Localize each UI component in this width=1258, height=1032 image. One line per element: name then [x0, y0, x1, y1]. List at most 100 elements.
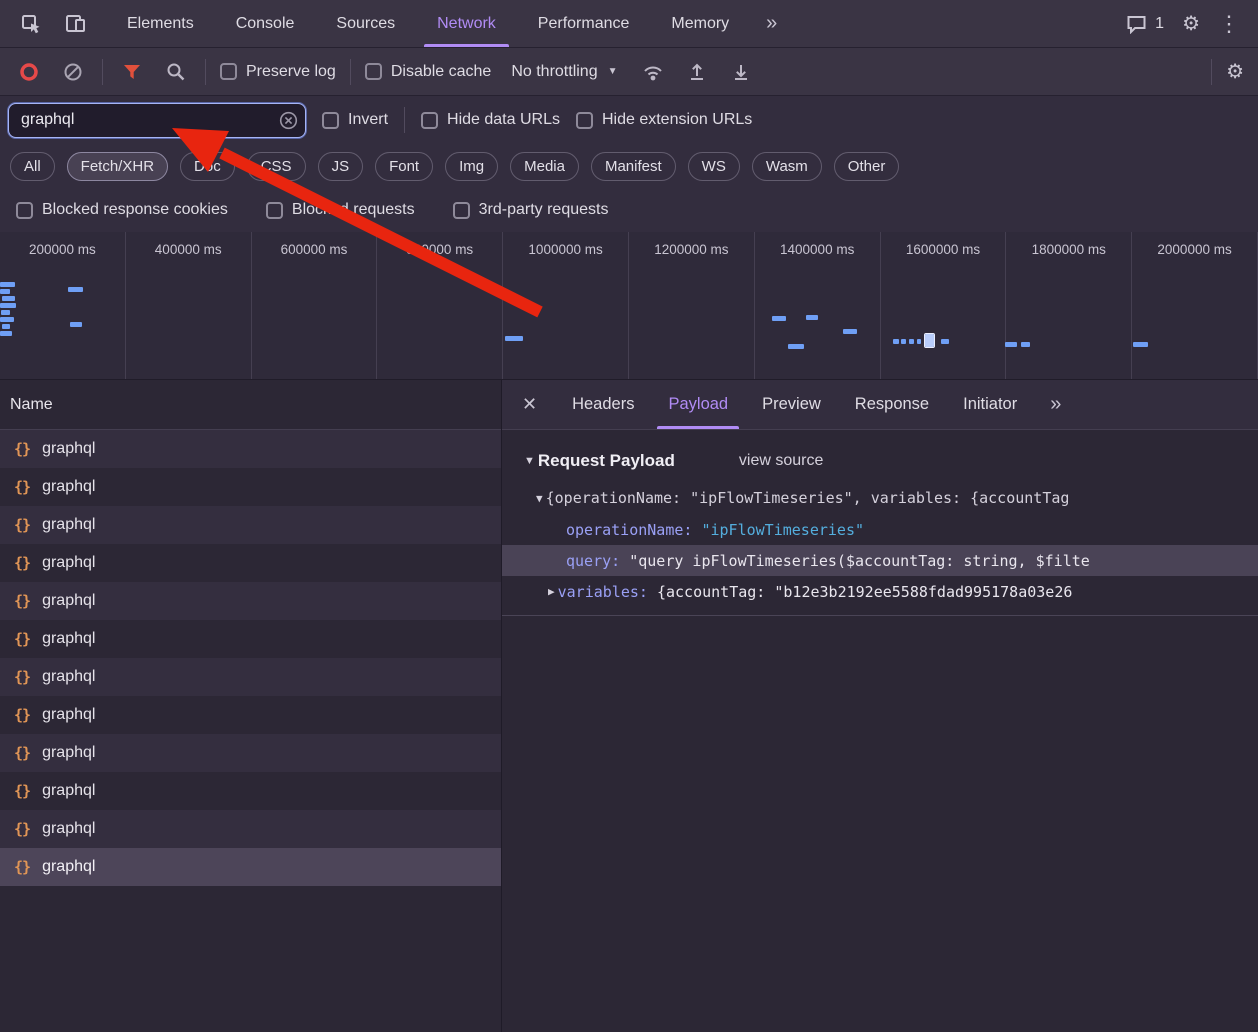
devtools-tab[interactable]: Elements — [106, 0, 215, 47]
details-tabbar: ✕ HeadersPayloadPreviewResponseInitiator… — [502, 380, 1258, 430]
invert-checkbox[interactable]: Invert — [322, 111, 388, 129]
table-row[interactable]: {} graphql — [0, 582, 501, 620]
table-row[interactable]: {} graphql — [0, 734, 501, 772]
timeline-column: 800000 ms — [377, 232, 503, 379]
import-har-icon[interactable] — [682, 57, 712, 87]
checkbox-icon — [576, 112, 593, 129]
waterfall-bar — [68, 287, 83, 292]
search-icon[interactable] — [161, 57, 191, 87]
blocked-requests-checkbox[interactable]: Blocked requests — [266, 201, 415, 219]
request-name: graphql — [42, 744, 95, 762]
json-resource-icon: {} — [14, 820, 30, 838]
devtools-tab[interactable]: Network — [416, 0, 517, 47]
close-icon[interactable]: ✕ — [502, 380, 555, 429]
timeline-column: 1000000 ms — [503, 232, 629, 379]
timeline-tick-label: 1000000 ms — [528, 242, 602, 379]
type-filter-chip[interactable]: All — [10, 152, 55, 181]
devtools-tab[interactable]: Memory — [650, 0, 750, 47]
type-filter-chip[interactable]: Wasm — [752, 152, 822, 181]
triangle-open-icon[interactable]: ▼ — [536, 492, 543, 505]
settings-gear-icon[interactable]: ⚙ — [1182, 14, 1200, 34]
table-row[interactable]: {} graphql — [0, 544, 501, 582]
devtools-tabbar: ElementsConsoleSourcesNetworkPerformance… — [0, 0, 1258, 48]
inspect-element-icon[interactable] — [16, 9, 46, 39]
table-row[interactable]: {} graphql — [0, 620, 501, 658]
network-settings-gear-icon[interactable]: ⚙ — [1226, 62, 1244, 82]
more-details-tabs-icon[interactable]: » — [1034, 380, 1075, 429]
filter-icon[interactable] — [117, 57, 147, 87]
view-source-link[interactable]: view source — [739, 452, 823, 470]
throttling-select[interactable]: No throttling ▼ — [505, 63, 623, 81]
filter-input-wrapper — [8, 103, 306, 138]
payload-row-operationname[interactable]: operationName "ipFlowTimeseries" — [502, 514, 1258, 545]
type-filter-chip[interactable]: JS — [318, 152, 364, 181]
filter-input[interactable] — [8, 103, 306, 138]
request-payload-section[interactable]: ▼ Request Payload view source — [502, 440, 1258, 482]
record-network-log-button[interactable] — [14, 57, 44, 87]
hide-data-urls-checkbox[interactable]: Hide data URLs — [421, 111, 560, 129]
checkbox-icon — [453, 202, 470, 219]
devtools-tab[interactable]: Sources — [315, 0, 416, 47]
type-filter-chip[interactable]: Other — [834, 152, 900, 181]
device-toolbar-icon[interactable] — [60, 9, 90, 39]
type-filter-chip[interactable]: Manifest — [591, 152, 676, 181]
blocked-response-cookies-checkbox[interactable]: Blocked response cookies — [16, 201, 228, 219]
table-row[interactable]: {} graphql — [0, 696, 501, 734]
waterfall-bar — [2, 324, 10, 329]
type-filter-chip[interactable]: Fetch/XHR — [67, 152, 168, 181]
timeline-tick-label: 2000000 ms — [1157, 242, 1231, 379]
details-tab[interactable]: Initiator — [946, 380, 1034, 429]
payload-row-query[interactable]: query "query ipFlowTimeseries($accountTa… — [502, 545, 1258, 576]
details-tab[interactable]: Payload — [651, 380, 745, 429]
table-row[interactable]: {} graphql — [0, 506, 501, 544]
payload-separator — [502, 615, 1258, 616]
kebab-menu-icon[interactable]: ⋮ — [1218, 13, 1240, 35]
devtools-tab[interactable]: Performance — [517, 0, 651, 47]
disable-cache-checkbox[interactable]: Disable cache — [365, 63, 492, 81]
export-har-icon[interactable] — [726, 57, 756, 87]
table-row[interactable]: {} graphql — [0, 848, 501, 886]
type-filter-chip[interactable]: Img — [445, 152, 498, 181]
name-column-header[interactable]: Name — [0, 380, 501, 430]
devtools-tab[interactable]: Console — [215, 0, 316, 47]
payload-root-row[interactable]: ▼ {operationName: "ipFlowTimeseries", va… — [502, 482, 1258, 514]
type-filter-chip[interactable]: Doc — [180, 152, 235, 181]
preserve-log-checkbox[interactable]: Preserve log — [220, 63, 336, 81]
timeline-tick-label: 1800000 ms — [1032, 242, 1106, 379]
third-party-requests-checkbox[interactable]: 3rd-party requests — [453, 201, 609, 219]
network-toolbar: Preserve log Disable cache No throttling… — [0, 48, 1258, 96]
hide-extension-urls-label: Hide extension URLs — [602, 111, 752, 129]
request-name: graphql — [42, 630, 95, 648]
type-filter-chip[interactable]: WS — [688, 152, 740, 181]
clear-network-log-button[interactable] — [58, 57, 88, 87]
timeline-column: 1600000 ms — [881, 232, 1007, 379]
table-row[interactable]: {} graphql — [0, 430, 501, 468]
details-tab[interactable]: Response — [838, 380, 946, 429]
clear-filter-icon[interactable] — [279, 111, 298, 130]
triangle-open-icon[interactable]: ▼ — [524, 455, 535, 467]
details-tab[interactable]: Preview — [745, 380, 838, 429]
type-filter-chip[interactable]: CSS — [247, 152, 306, 181]
table-row[interactable]: {} graphql — [0, 810, 501, 848]
request-name: graphql — [42, 706, 95, 724]
waterfall-bar — [0, 317, 14, 322]
json-resource-icon: {} — [14, 706, 30, 724]
hide-extension-urls-checkbox[interactable]: Hide extension URLs — [576, 111, 752, 129]
type-filter-chip[interactable]: Media — [510, 152, 579, 181]
console-messages-button[interactable]: 1 — [1126, 14, 1164, 34]
details-tab[interactable]: Headers — [555, 380, 651, 429]
table-row[interactable]: {} graphql — [0, 468, 501, 506]
network-conditions-icon[interactable] — [638, 57, 668, 87]
more-tabs-icon[interactable]: » — [750, 0, 791, 47]
timeline-columns: 200000 ms 400000 ms 600000 ms 800000 ms … — [0, 232, 1258, 379]
payload-row-variables[interactable]: ▶ variables {accountTag: "b12e3b2192ee55… — [502, 576, 1258, 607]
throttling-value: No throttling — [511, 63, 597, 81]
triangle-closed-icon[interactable]: ▶ — [548, 585, 555, 598]
type-filter-chip[interactable]: Font — [375, 152, 433, 181]
json-resource-icon: {} — [14, 478, 30, 496]
json-resource-icon: {} — [14, 516, 30, 534]
network-overview-timeline[interactable]: 200000 ms 400000 ms 600000 ms 800000 ms … — [0, 232, 1258, 380]
json-key: operationName — [566, 521, 701, 539]
table-row[interactable]: {} graphql — [0, 772, 501, 810]
table-row[interactable]: {} graphql — [0, 658, 501, 696]
